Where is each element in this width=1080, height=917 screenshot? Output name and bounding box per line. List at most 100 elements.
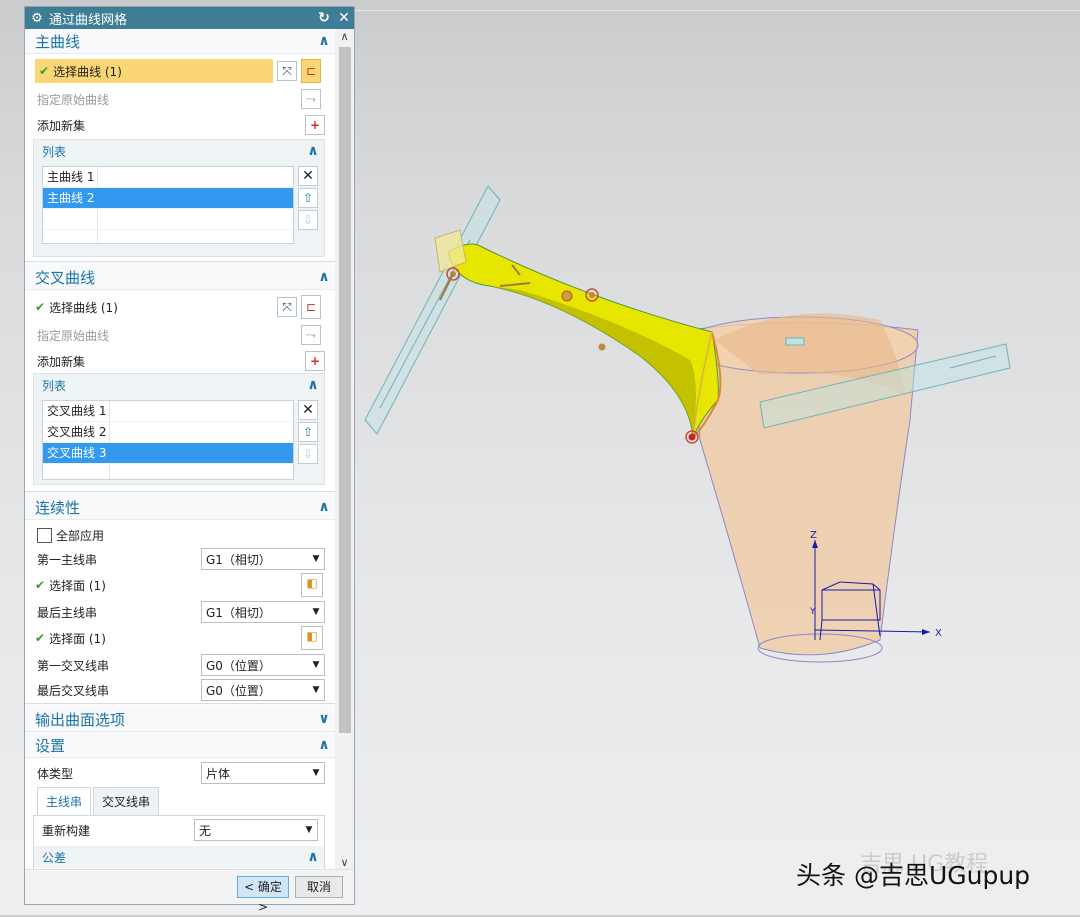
settings-section: 设置 ∧ 体类型 片体 ▼ 主线串 交叉线串 重新构建 无 ▼ 公差 ∧ [25,733,335,871]
cross-list-header[interactable]: 列表 ∧ [34,374,324,396]
cross-add-set-label: 添加新集 [37,354,86,369]
move-down-icon[interactable]: ⇩ [298,210,318,230]
watermark: 头条 @吉思UGupup [796,861,1031,890]
dropdown-arrow-icon: ▼ [305,825,313,835]
last-cross-label: 最后交叉线串 [37,683,110,698]
main-add-set-label: 添加新集 [37,118,86,133]
tolerance-title: 公差 [42,850,67,865]
first-cross-dropdown[interactable]: G0（位置） ▼ [201,654,325,676]
collapse-chevron-icon[interactable]: ∧ [313,499,335,515]
output-options-header[interactable]: 输出曲面选项 ∨ [25,707,335,732]
origin-curve-icon[interactable]: ⤳ [301,325,321,345]
tab-cross-string[interactable]: 交叉线串 [93,787,160,817]
list-item[interactable]: 主曲线 2 [43,188,293,209]
list-item[interactable]: 主曲线 1 [43,167,293,188]
dialog-scroll-area[interactable]: 主曲线 ∧ ✔ 选择曲线 (1) ⤧ ⊏ 指定原始曲线 ⤳ 添加新集 + 列表 … [25,29,335,871]
reverse-direction-icon[interactable]: ⤧ [277,297,297,317]
body-type-label: 体类型 [37,766,74,781]
body-type-dropdown[interactable]: 片体 ▼ [201,762,325,784]
curve-mesh-dialog: ⚙ 通过曲线网格 ↻ ✕ 主曲线 ∧ ✔ 选择曲线 (1) ⤧ ⊏ 指定原始曲线… [24,6,355,914]
rebuild-label: 重新构建 [42,823,91,838]
select-face-1[interactable]: ✔ 选择面 (1) [35,573,106,597]
collapse-chevron-icon[interactable]: ∧ [313,737,335,753]
list-item[interactable]: 交叉曲线 1 [43,401,293,422]
main-specify-origin-row: 指定原始曲线 [25,87,335,111]
face-selector-icon[interactable]: ◧ [301,626,323,650]
list-item[interactable]: 交叉曲线 3 [43,443,293,464]
collapse-chevron-icon[interactable]: ∧ [313,33,335,49]
main-list-header[interactable]: 列表 ∧ [34,140,324,162]
check-icon: ✔ [35,300,46,314]
remove-icon[interactable]: ✕ [298,166,318,186]
move-down-icon[interactable]: ⇩ [298,444,318,464]
dialog-scrollbar[interactable]: ∧ ∨ [335,29,354,871]
remove-icon[interactable]: ✕ [298,400,318,420]
cross-specify-origin-label: 指定原始曲线 [37,328,110,343]
settings-header[interactable]: 设置 ∧ [25,733,335,758]
move-up-icon[interactable]: ⇧ [298,188,318,208]
expand-chevron-icon[interactable]: ∨ [313,711,335,727]
last-primary-dropdown[interactable]: G1（相切） ▼ [201,601,325,623]
main-curves-section: 主曲线 ∧ ✔ 选择曲线 (1) ⤧ ⊏ 指定原始曲线 ⤳ 添加新集 + 列表 … [25,29,335,262]
list-item[interactable]: 交叉曲线 2 [43,422,293,443]
curve-selector-icon[interactable]: ⊏ [301,295,321,319]
axis-y-label: Y [809,607,816,617]
reset-icon[interactable]: ↻ [314,10,334,26]
select-face-2-label: 选择面 (1) [49,631,106,646]
first-primary-value: G1（相切） [206,552,271,567]
add-new-set-icon[interactable]: + [305,351,325,371]
scroll-up-icon[interactable]: ∧ [335,29,354,45]
collapse-chevron-icon[interactable]: ∧ [302,849,324,865]
continuity-header[interactable]: 连续性 ∧ [25,495,335,520]
reverse-direction-icon[interactable]: ⤧ [277,61,297,81]
last-primary-value: G1（相切） [206,605,271,620]
settings-tabs: 主线串 交叉线串 [37,787,161,817]
continuity-section: 连续性 ∧ 全部应用 第一主线串 G1（相切） ▼ ✔ 选择面 (1) ◧ 最后… [25,495,335,704]
main-specify-origin-label: 指定原始曲线 [37,92,110,107]
check-icon: ✔ [35,631,46,645]
continuity-title: 连续性 [35,498,81,517]
tab-primary-string[interactable]: 主线串 [37,787,92,817]
dropdown-arrow-icon: ▼ [312,607,320,617]
rebuild-dropdown[interactable]: 无 ▼ [194,819,318,841]
last-cross-dropdown[interactable]: G0（位置） ▼ [201,679,325,701]
main-curve-list[interactable]: 主曲线 1 主曲线 2 [42,166,294,244]
collapse-chevron-icon[interactable]: ∧ [302,377,324,393]
face-selector-icon[interactable]: ◧ [301,573,323,597]
add-new-set-icon[interactable]: + [305,115,325,135]
cross-specify-origin-row: 指定原始曲线 [25,323,335,347]
dialog-title: 通过曲线网格 [49,12,128,28]
first-primary-dropdown[interactable]: G1（相切） ▼ [201,548,325,570]
control-point [561,290,573,302]
apply-all-label: 全部应用 [56,528,105,543]
apply-all-checkbox[interactable] [37,527,52,543]
cross-curves-header[interactable]: 交叉曲线 ∧ [25,265,335,290]
collapse-chevron-icon[interactable]: ∧ [302,143,324,159]
cross-select-curve[interactable]: ✔ 选择曲线 (1) [35,295,118,319]
output-options-title: 输出曲面选项 [35,710,126,729]
ok-button[interactable]: < 确定 > [237,876,289,914]
dialog-titlebar[interactable]: ⚙ 通过曲线网格 ↻ ✕ [25,7,354,29]
dropdown-arrow-icon: ▼ [312,768,320,778]
cancel-button[interactable]: 取消 [295,876,343,898]
cross-curve-list[interactable]: 交叉曲线 1 交叉曲线 2 交叉曲线 3 [42,400,294,480]
check-icon: ✔ [39,64,50,78]
settings-title: 设置 [35,736,66,755]
main-select-curve[interactable]: ✔ 选择曲线 (1) [35,59,273,83]
select-face-2[interactable]: ✔ 选择面 (1) [35,626,106,650]
curve-selector-icon[interactable]: ⊏ [301,59,321,83]
rebuild-value: 无 [199,823,212,838]
axis-x-label: X [935,628,942,639]
list-item-empty [43,209,293,230]
dropdown-arrow-icon: ▼ [312,685,320,695]
main-curves-header[interactable]: 主曲线 ∧ [25,29,335,54]
move-up-icon[interactable]: ⇧ [298,422,318,442]
select-face-1-label: 选择面 (1) [49,578,106,593]
collapse-chevron-icon[interactable]: ∧ [313,269,335,285]
origin-curve-icon[interactable]: ⤳ [301,89,321,109]
cross-select-curve-label: 选择曲线 (1) [49,300,118,315]
last-primary-label: 最后主线串 [37,605,98,620]
close-icon[interactable]: ✕ [334,10,354,26]
scroll-thumb[interactable] [339,47,351,733]
tolerance-header[interactable]: 公差 ∧ [34,846,324,868]
